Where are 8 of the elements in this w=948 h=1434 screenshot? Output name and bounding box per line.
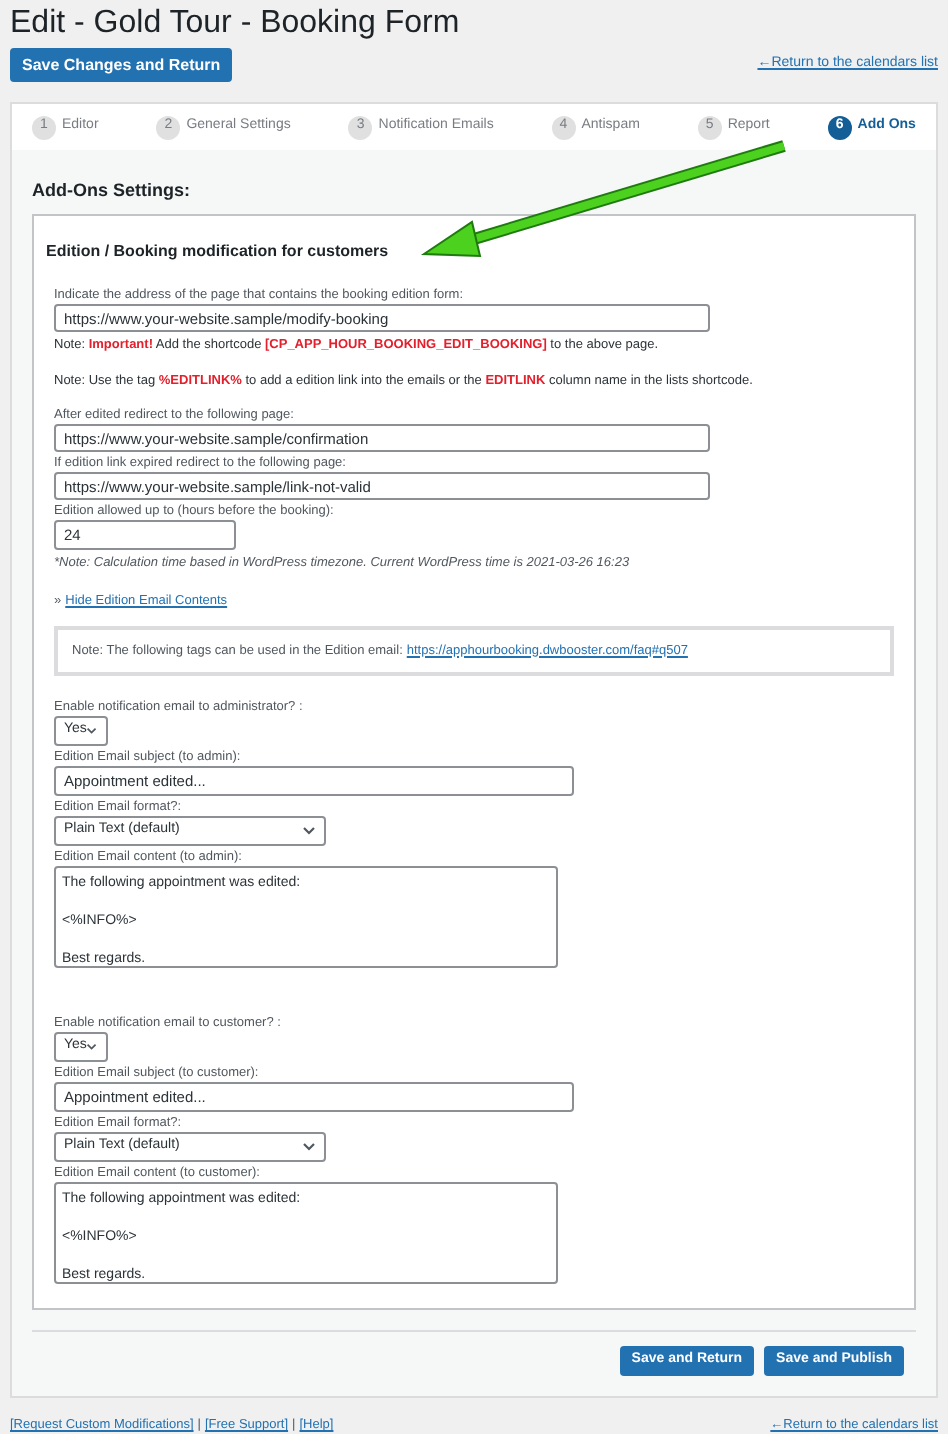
chevron-down-icon [302, 1142, 316, 1152]
card-title: Edition / Booking modification for customers [46, 240, 391, 264]
chevron-down-icon [302, 826, 316, 836]
chevron-down-icon [86, 1042, 98, 1052]
save-changes-button[interactable]: Save Changes and Return [10, 48, 233, 82]
chevron-down-icon [86, 726, 98, 736]
page-title: Edit - Gold Tour - Booking Form [10, 4, 462, 42]
section-title: Add-Ons Settings: [32, 178, 192, 204]
